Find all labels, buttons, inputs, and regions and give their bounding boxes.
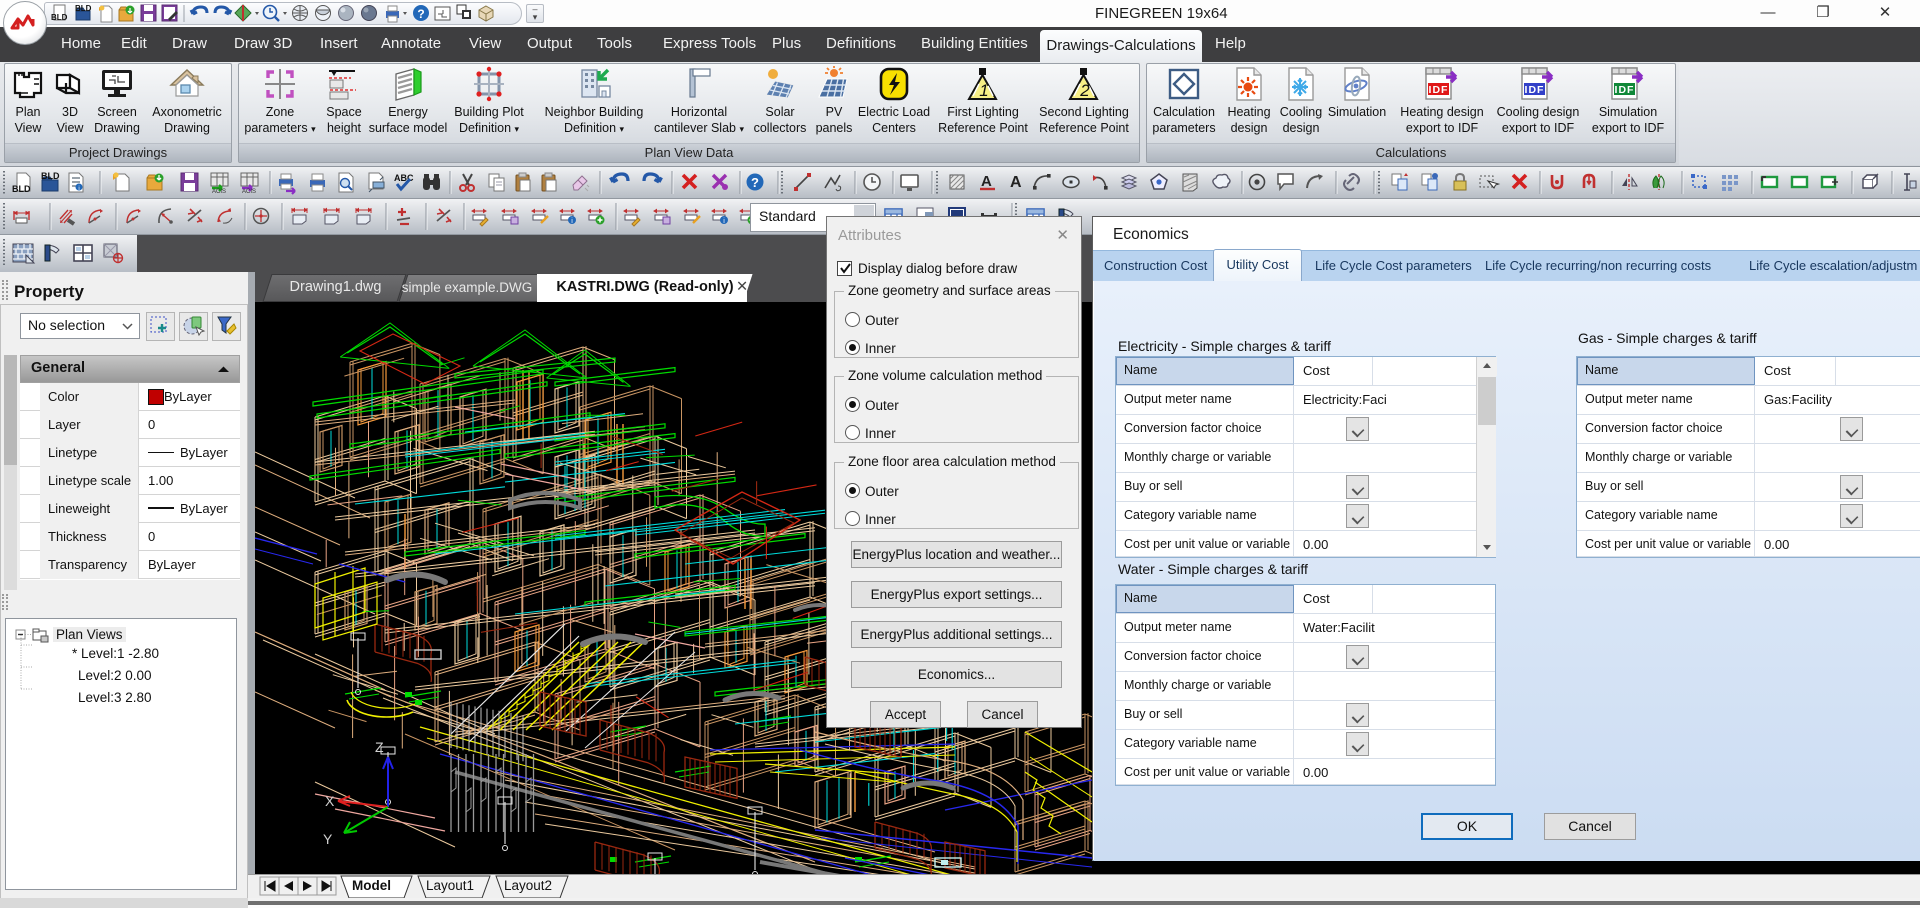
svg-text:IDF: IDF <box>1525 84 1545 96</box>
svg-text:BLD: BLD <box>51 13 68 22</box>
svg-text:A: A <box>981 173 992 190</box>
svg-text:A: A <box>1010 174 1022 191</box>
svg-text:IDF: IDF <box>1615 84 1635 96</box>
svg-text:?: ? <box>417 7 424 21</box>
svg-text:BLD: BLD <box>12 184 31 194</box>
svg-text:BLD: BLD <box>41 171 60 181</box>
svg-text:Z: Z <box>375 739 384 755</box>
svg-text:ABC: ABC <box>394 173 414 183</box>
svg-text:BLD: BLD <box>75 4 92 13</box>
svg-text:1: 1 <box>979 81 988 100</box>
svg-text:2: 2 <box>1079 81 1090 100</box>
svg-text:X: X <box>325 793 335 809</box>
svg-text:ACIS: ACIS <box>242 189 256 195</box>
svg-text:i: i <box>78 186 79 192</box>
svg-text:Y: Y <box>323 831 333 847</box>
svg-text:ACIS: ACIS <box>212 189 226 195</box>
svg-text:IDF: IDF <box>1429 84 1449 96</box>
svg-text:?: ? <box>751 175 759 190</box>
